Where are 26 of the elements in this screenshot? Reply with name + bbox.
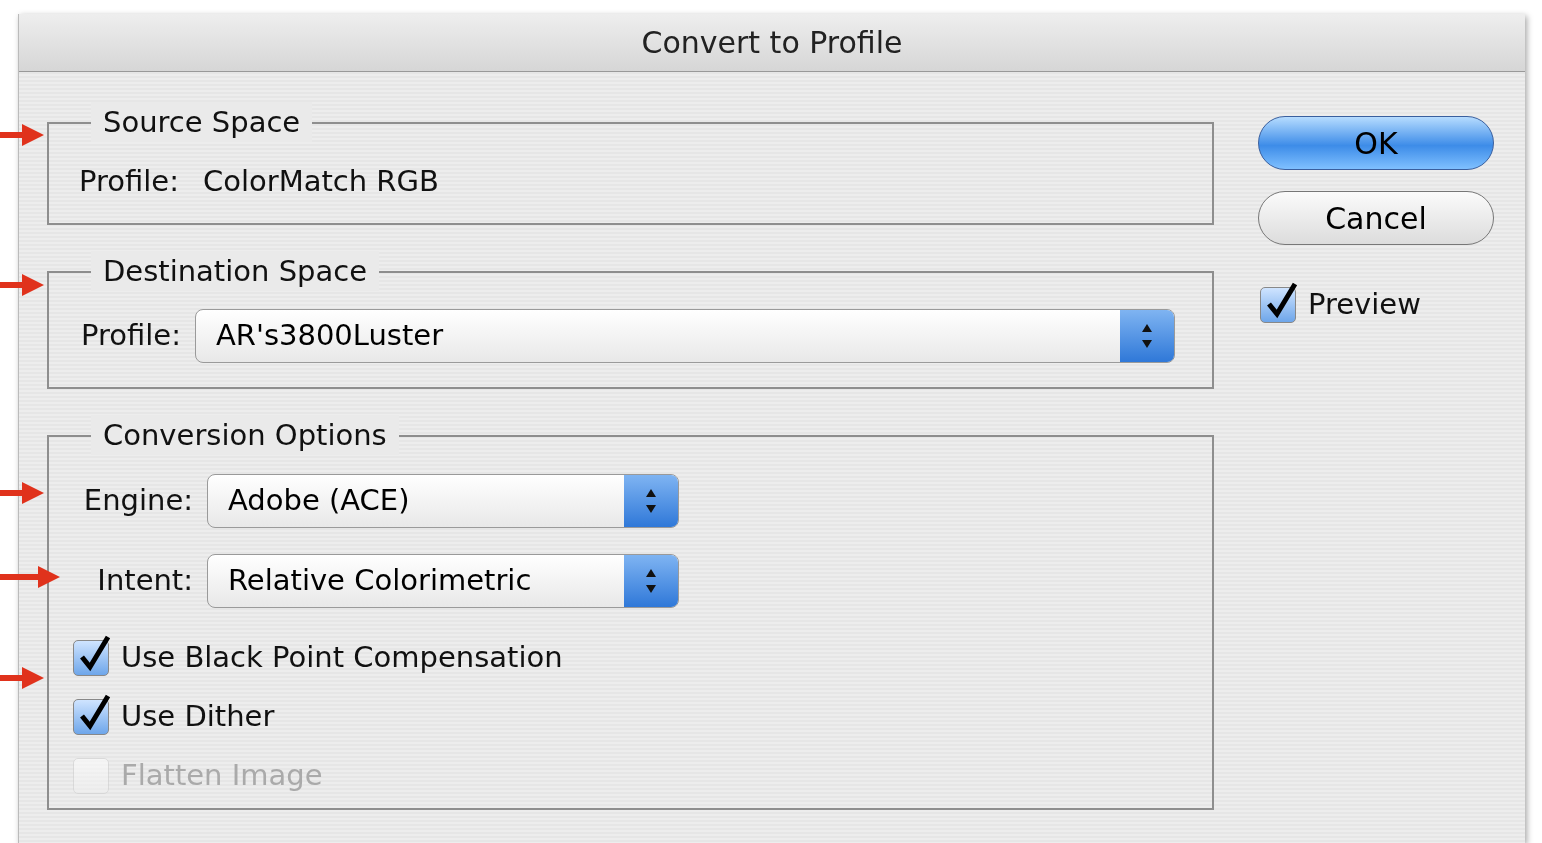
profile-value: ColorMatch RGB <box>202 163 439 200</box>
annotation-arrow <box>0 665 44 691</box>
stepper-icon <box>644 487 658 515</box>
popup-menu[interactable]: Adobe (ACE) <box>207 474 679 528</box>
group-title: Source Space <box>91 102 313 142</box>
field-label: Profile: <box>81 317 181 355</box>
annotation-arrow <box>0 122 44 148</box>
annotation-arrow <box>0 272 44 298</box>
group-title: Destination Space <box>91 251 379 291</box>
window-title: Convert to Profile <box>641 24 903 62</box>
popup-menu[interactable]: AR's3800Luster <box>194 309 1175 363</box>
stepper-icon <box>1139 322 1154 350</box>
field-label: Engine: <box>83 482 193 520</box>
group-title: Conversion Options <box>91 415 399 455</box>
checkbox-label: Preview <box>1308 286 1421 323</box>
field-label: Intent: <box>97 562 193 600</box>
checkbox-label: Use Dither <box>121 697 275 735</box>
dialog-button[interactable]: OK <box>1258 116 1494 170</box>
annotation-arrow <box>0 480 44 506</box>
field-label: Profile: <box>79 163 179 200</box>
checkbox-label: Use Black Point Compensation <box>121 638 563 676</box>
popup-menu[interactable]: Relative Colorimetric <box>207 554 679 608</box>
annotation-arrow <box>0 564 60 590</box>
dialog-button[interactable]: Cancel <box>1258 191 1494 245</box>
checkbox-label: Flatten Image <box>121 756 323 794</box>
stepper-icon <box>644 567 658 595</box>
